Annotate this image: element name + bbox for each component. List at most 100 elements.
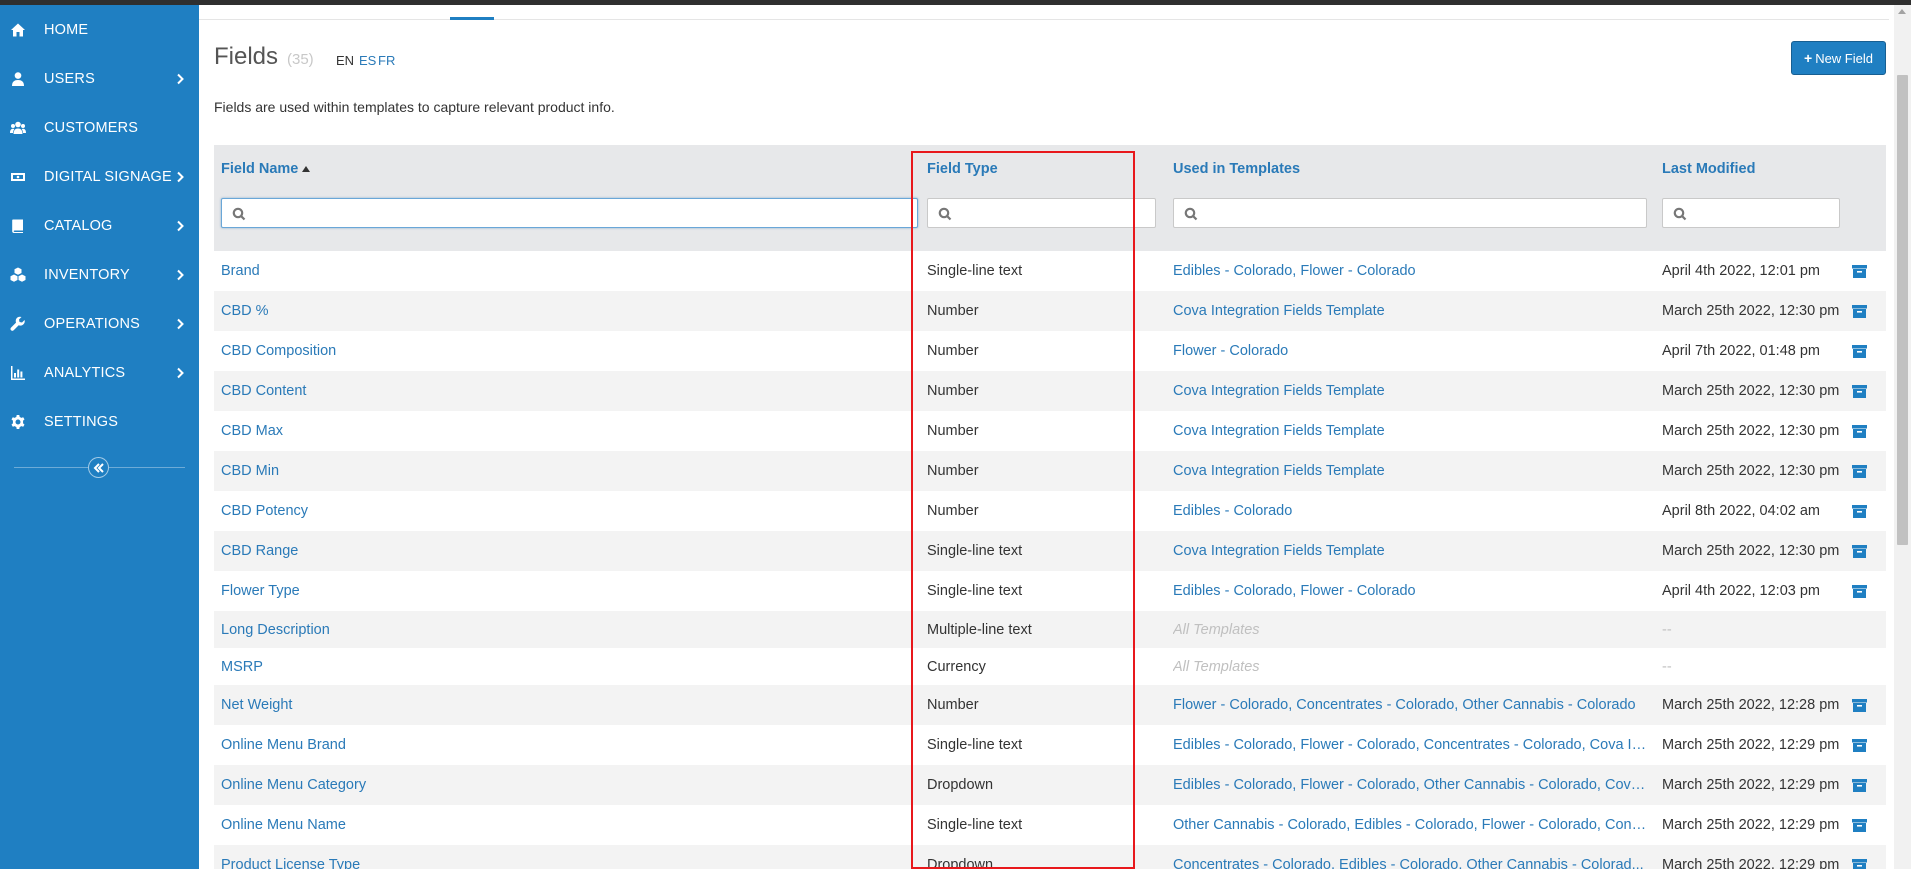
sidebar-item-label: USERS (44, 70, 95, 87)
field-name-filter-input[interactable] (252, 202, 913, 224)
field-name-link[interactable]: CBD Range (221, 531, 781, 571)
field-type-value: Dropdown (927, 777, 994, 793)
table-row: CBD Max Number Cova Integration Fields Tem… (214, 411, 1886, 451)
field-name-link[interactable]: Net Weight (221, 685, 781, 725)
field-name-link[interactable]: CBD Potency (221, 491, 781, 531)
column-header-used-in-templates[interactable]: Used in Templates (1173, 161, 1300, 177)
column-header-field-name[interactable]: Field Name (221, 161, 311, 177)
field-name-filter (221, 198, 918, 228)
archive-button[interactable] (1850, 451, 1868, 491)
sidebar-item-label: CATALOG (44, 217, 113, 234)
scroll-up-arrow[interactable] (1898, 9, 1906, 14)
last-modified-filter-input[interactable] (1693, 202, 1835, 224)
archive-button[interactable] (1850, 411, 1868, 451)
field-type-filter (927, 198, 1156, 228)
table-body: Brand Single-line text Edibles - Colorado,… (214, 251, 1886, 869)
templates-value[interactable]: Edibles - Colorado (1173, 491, 1647, 531)
field-name-link[interactable]: MSRP (221, 648, 781, 685)
archive-button[interactable] (1850, 805, 1868, 845)
last-modified-filter (1662, 198, 1840, 228)
templates-value[interactable]: Cova Integration Fields Template (1173, 411, 1647, 451)
field-name-link[interactable]: Product License Type (221, 845, 781, 869)
templates-filter-input[interactable] (1204, 202, 1642, 224)
column-header-field-type[interactable]: Field Type (927, 161, 998, 177)
field-name-link[interactable]: Long Description (221, 611, 781, 648)
sidebar-item-customers[interactable]: CUSTOMERS (0, 103, 199, 152)
sort-ascending-icon (302, 166, 311, 173)
archive-icon (1851, 698, 1867, 712)
table-header: Field Name Field Type Used in Templates … (214, 145, 1886, 251)
sidebar-item-catalog[interactable]: CATALOG (0, 201, 199, 250)
templates-value[interactable]: Edibles - Colorado, Flower - Colorado (1173, 251, 1647, 291)
sidebar-item-home[interactable]: HOME (0, 5, 199, 54)
field-name-link[interactable]: Flower Type (221, 571, 781, 611)
chevron-right-icon (173, 219, 187, 233)
templates-value[interactable]: Edibles - Colorado, Flower - Colorado, C… (1173, 725, 1647, 765)
templates-value[interactable]: Cova Integration Fields Template (1173, 531, 1647, 571)
archive-button[interactable] (1850, 331, 1868, 371)
sidebar-item-analytics[interactable]: ANALYTICS (0, 348, 199, 397)
vertical-scrollbar[interactable] (1894, 5, 1911, 869)
field-type-value: Single-line text (927, 543, 1023, 559)
templates-value[interactable]: Edibles - Colorado, Flower - Colorado (1173, 571, 1647, 611)
archive-button[interactable] (1850, 491, 1868, 531)
templates-value[interactable]: Flower - Colorado (1173, 331, 1647, 371)
templates-value[interactable]: Cova Integration Fields Template (1173, 371, 1647, 411)
language-fr[interactable]: FR (378, 53, 395, 68)
sidebar-item-inventory[interactable]: INVENTORY (0, 250, 199, 299)
sidebar-collapse-button[interactable] (88, 457, 109, 478)
field-name-link[interactable]: Online Menu Category (221, 765, 781, 805)
search-icon (232, 207, 246, 221)
templates-text: Flower - Colorado, Concentrates - Colora… (1173, 697, 1636, 713)
sidebar-item-operations[interactable]: OPERATIONS (0, 299, 199, 348)
sidebar-item-digital-signage[interactable]: DIGITAL SIGNAGE (0, 152, 199, 201)
field-name-link[interactable]: CBD Content (221, 371, 781, 411)
field-name-link[interactable]: CBD Max (221, 411, 781, 451)
field-name-link[interactable]: CBD Composition (221, 331, 781, 371)
field-name-link[interactable]: Online Menu Name (221, 805, 781, 845)
templates-value[interactable]: Concentrates - Colorado, Edibles - Color… (1173, 845, 1647, 869)
last-modified-value: April 4th 2022, 12:03 pm (1662, 583, 1820, 599)
table-row: CBD Potency Number Edibles - Colorado April… (214, 491, 1886, 531)
bar-chart-icon (10, 365, 26, 381)
templates-text: Cova Integration Fields Template (1173, 543, 1385, 559)
archive-button[interactable] (1850, 845, 1868, 869)
archive-button[interactable] (1850, 725, 1868, 765)
sidebar-item-users[interactable]: USERS (0, 54, 199, 103)
templates-text: Edibles - Colorado (1173, 503, 1293, 519)
field-type-value: Single-line text (927, 263, 1023, 279)
archive-icon (1851, 818, 1867, 832)
archive-icon (1851, 424, 1867, 438)
column-header-last-modified[interactable]: Last Modified (1662, 161, 1755, 177)
field-name-link[interactable]: CBD Min (221, 451, 781, 491)
language-en[interactable]: EN (336, 53, 354, 68)
templates-value[interactable]: Cova Integration Fields Template (1173, 451, 1647, 491)
field-name-link[interactable]: Brand (221, 251, 781, 291)
home-icon (10, 22, 26, 38)
book-icon (10, 218, 26, 234)
archive-button[interactable] (1850, 291, 1868, 331)
field-name-link[interactable]: CBD % (221, 291, 781, 331)
archive-button[interactable] (1850, 371, 1868, 411)
field-type-value: Single-line text (927, 583, 1023, 599)
scrollbar-thumb[interactable] (1897, 75, 1908, 545)
table-row: CBD % Number Cova Integration Fields Templ… (214, 291, 1886, 331)
language-es[interactable]: ES (359, 53, 376, 68)
templates-value[interactable]: Flower - Colorado, Concentrates - Colora… (1173, 685, 1647, 725)
field-type-value: Number (927, 343, 979, 359)
archive-button[interactable] (1850, 531, 1868, 571)
archive-button[interactable] (1850, 251, 1868, 291)
sidebar-item-settings[interactable]: SETTINGS (0, 397, 199, 446)
field-name-link[interactable]: Online Menu Brand (221, 725, 781, 765)
field-type-filter-input[interactable] (958, 202, 1151, 224)
archive-button[interactable] (1850, 685, 1868, 725)
field-type-value: Dropdown (927, 857, 994, 869)
templates-value[interactable]: Edibles - Colorado, Flower - Colorado, O… (1173, 765, 1647, 805)
archive-button[interactable] (1850, 571, 1868, 611)
archive-button[interactable] (1850, 765, 1868, 805)
templates-value[interactable]: Other Cannabis - Colorado, Edibles - Col… (1173, 805, 1647, 845)
new-field-button[interactable]: + New Field (1791, 41, 1886, 75)
archive-icon (1851, 344, 1867, 358)
templates-value[interactable]: Cova Integration Fields Template (1173, 291, 1647, 331)
last-modified-value: March 25th 2022, 12:29 pm (1662, 777, 1840, 793)
